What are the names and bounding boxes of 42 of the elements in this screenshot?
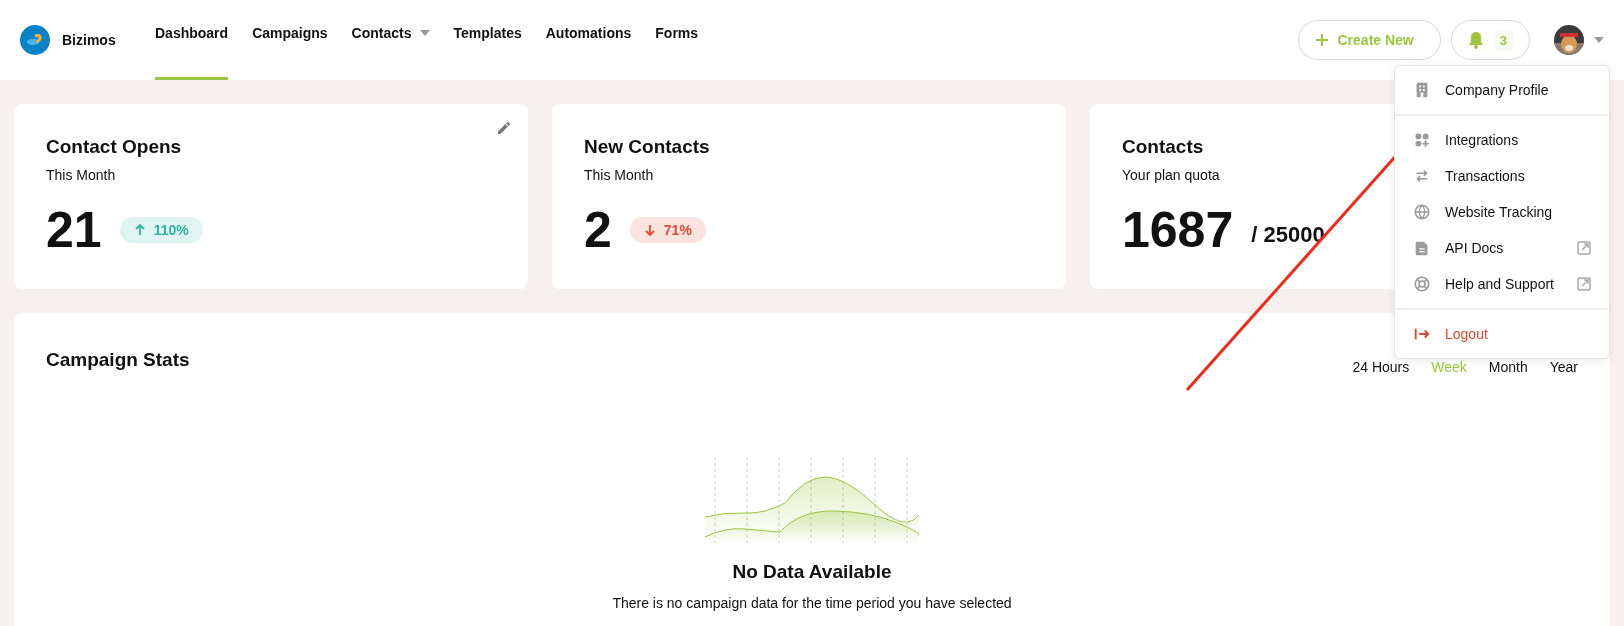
stat-value: 2 — [584, 201, 612, 259]
external-link-icon — [1577, 277, 1591, 291]
nav-tab[interactable]: Dashboard — [155, 0, 229, 80]
nav-tab[interactable]: Campaigns — [252, 0, 328, 80]
menu-item[interactable]: API Docs — [1395, 230, 1609, 266]
menu-item[interactable]: Website Tracking — [1395, 194, 1609, 230]
stat-value: 1687 — [1122, 201, 1234, 259]
menu-item[interactable]: Logout — [1395, 316, 1609, 352]
pencil-icon[interactable] — [496, 120, 512, 136]
menu-item[interactable]: Help and Support — [1395, 266, 1609, 302]
nav-tab[interactable]: Forms — [655, 0, 699, 80]
brand-name: Bizimos — [62, 32, 116, 48]
menu-item[interactable]: Integrations — [1395, 122, 1609, 158]
plus-icon — [1315, 34, 1328, 46]
range-tab[interactable]: Year — [1549, 359, 1578, 375]
nav-tab[interactable]: Contacts — [351, 0, 430, 80]
apps-icon — [1413, 131, 1431, 149]
lifebuoy-icon — [1413, 275, 1431, 293]
stat-value: 21 — [46, 201, 102, 259]
card-subtitle: Your plan quota — [1122, 167, 1220, 183]
card-subtitle: This Month — [46, 167, 116, 183]
caret-icon[interactable] — [1594, 36, 1604, 44]
range-tab[interactable]: Month — [1488, 359, 1528, 375]
logo-icon — [20, 25, 50, 55]
empty-state-text: There is no campaign data for the time period you have selected — [612, 595, 1012, 611]
menu-item[interactable]: Transactions — [1395, 158, 1609, 194]
card-title: New Contacts — [584, 136, 710, 158]
external-link-icon — [1577, 241, 1591, 255]
panel-title: Campaign Stats — [46, 349, 190, 371]
quota-total: / 25000 — [1251, 222, 1325, 248]
range-tab[interactable]: 24 Hours — [1352, 359, 1410, 375]
change-badge: 71% — [629, 217, 706, 243]
change-badge: 110% — [119, 217, 203, 243]
card-subtitle: This Month — [584, 167, 654, 183]
card-title: Contact Opens — [46, 136, 182, 158]
empty-state-title: No Data Available — [732, 561, 892, 583]
nav-tab[interactable]: Automations — [545, 0, 632, 80]
globe-icon — [1413, 203, 1431, 221]
menu-item[interactable]: Company Profile — [1395, 72, 1609, 108]
nav-tab[interactable]: Templates — [453, 0, 522, 80]
bell-icon — [1467, 31, 1484, 49]
card-title: Contacts — [1122, 136, 1204, 158]
